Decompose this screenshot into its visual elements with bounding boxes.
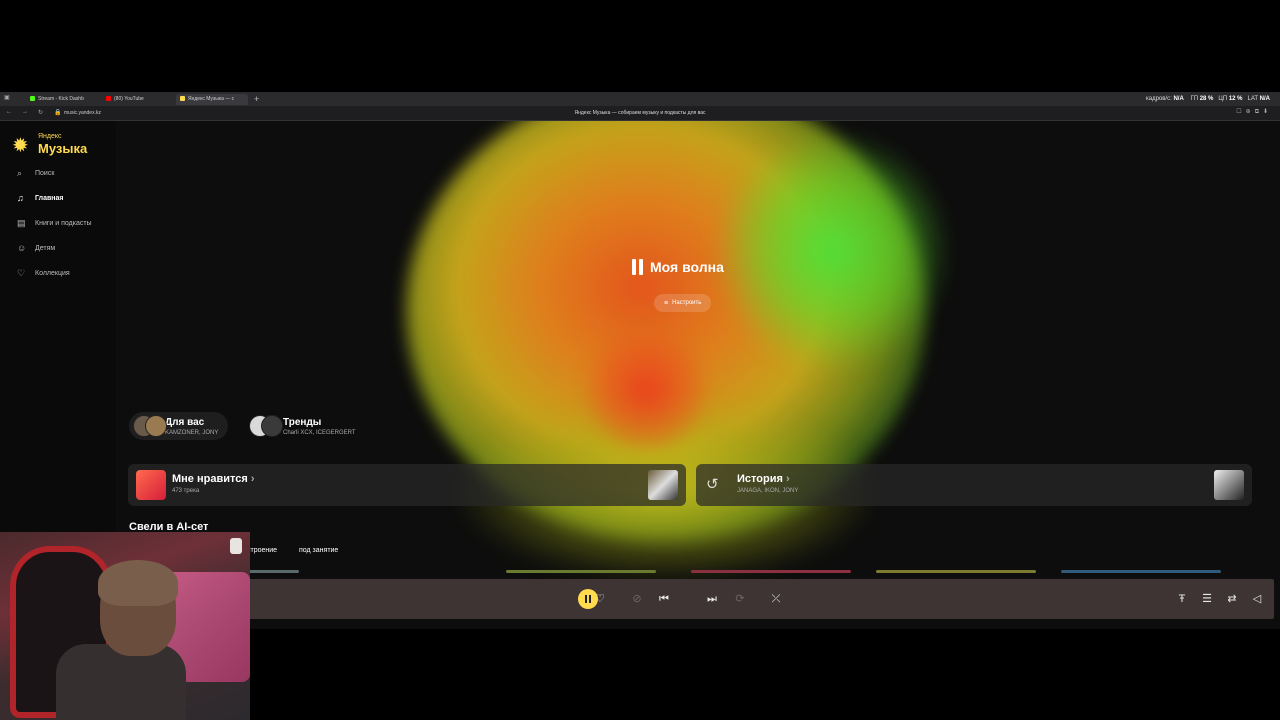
- cpu-load-label: ЦП: [1218, 96, 1228, 102]
- heart-icon: ♡: [17, 267, 26, 278]
- browser-extension-icons[interactable]: ☐⊕⧉⬇: [1236, 108, 1272, 116]
- browser-menu-icon[interactable]: ▣: [4, 94, 10, 101]
- gpu-load-value: 28 %: [1199, 96, 1214, 102]
- dislike-icon[interactable]: ⊘: [629, 591, 645, 607]
- kick-favicon-icon: [30, 96, 35, 102]
- book-icon: ▤: [17, 217, 26, 228]
- sidebar-item-label: Книги и подкасты: [35, 219, 92, 227]
- liked-title: Мне нравится ›: [172, 473, 255, 485]
- sidebar-item-books-podcasts[interactable]: ▤ Книги и подкасты: [17, 215, 92, 231]
- new-tab-button[interactable]: +: [254, 92, 259, 106]
- logo-brand-text: Яндекс: [38, 133, 62, 140]
- liked-title-text: Мне нравится: [172, 473, 248, 485]
- tab-yandex-music[interactable]: Яндекс Музыка — с: [176, 94, 248, 105]
- webcam-person-hair: [98, 560, 178, 606]
- pause-button[interactable]: [578, 589, 598, 609]
- address-bar: ← → ↻ 🔒 music.yandex.kz Яндекс Музыка — …: [0, 106, 1280, 121]
- queue-icon[interactable]: ☰: [1199, 591, 1215, 607]
- fps-value: N/A: [1173, 96, 1184, 102]
- liked-tracks-card[interactable]: Мне нравится › 473 трека: [128, 464, 686, 506]
- tab-label: (80) YouTube: [114, 96, 144, 102]
- pause-icon: [632, 259, 643, 275]
- cpu-load-value: 12 %: [1228, 96, 1243, 102]
- chip-mood[interactable]: строение: [247, 547, 277, 554]
- history-title: История ›: [737, 473, 790, 485]
- mix-artists: KAMZONER, JONY: [165, 429, 219, 436]
- chip-activity[interactable]: под занятие: [299, 547, 338, 554]
- ai-set-strip: [506, 570, 656, 573]
- mix-for-you[interactable]: Для вас KAMZONER, JONY: [129, 412, 229, 440]
- latency-value: N/A: [1259, 96, 1270, 102]
- wave-visual-red: [576, 331, 716, 451]
- logo-product-text: Музыка: [38, 141, 88, 156]
- filter-icon: ≡: [664, 299, 669, 307]
- webcam-person-shirt: [56, 644, 186, 720]
- history-icon: ↺: [706, 476, 719, 493]
- tune-label: Настроить: [672, 300, 702, 306]
- mix-covers: [247, 415, 283, 437]
- artist-avatar: [261, 415, 283, 437]
- sidebar-item-home[interactable]: ♫ Главная: [17, 190, 63, 206]
- mix-name: Тренды: [283, 416, 322, 428]
- my-wave-title: Моя волна: [650, 259, 724, 275]
- sidebar-item-label: Поиск: [35, 169, 55, 177]
- tab-youtube[interactable]: (80) YouTube: [106, 94, 170, 105]
- tab-label: Stream - Kick Dashb: [38, 96, 84, 102]
- lyrics-icon[interactable]: Ŧ: [1174, 591, 1190, 607]
- previous-icon[interactable]: ⏮: [656, 591, 672, 607]
- next-icon[interactable]: ⏭: [704, 591, 720, 607]
- repeat-icon[interactable]: ⟳: [732, 591, 748, 607]
- my-wave-button[interactable]: Моя волна: [632, 259, 724, 275]
- mix-trends[interactable]: Тренды Charli XCX, ICEGERGERT: [247, 412, 356, 440]
- history-card[interactable]: ↺ История › JANAGA, IKON, JONY: [696, 464, 1252, 506]
- sidebar-item-kids[interactable]: ☺ Детям: [17, 240, 55, 256]
- logo-burst-icon: ✹: [12, 135, 29, 157]
- ai-set-strip: [691, 570, 851, 573]
- youtube-favicon-icon: [106, 96, 111, 102]
- ai-set-strip: [1061, 570, 1221, 573]
- mix-artists: Charli XCX, ICEGERGERT: [283, 429, 356, 436]
- volume-icon[interactable]: ◁: [1249, 591, 1265, 607]
- system-stats: кадров/с: N/A ГП 28 % ЦП 12 % LAT N/A: [1146, 92, 1270, 106]
- artist-avatar: [145, 415, 167, 437]
- webcam-lamp: [230, 538, 242, 554]
- sidebar-item-label: Главная: [35, 194, 64, 202]
- kids-icon: ☺: [17, 243, 27, 253]
- ai-set-strip: [876, 570, 1036, 573]
- player-bar: ♡ ⊘ ⏮ ⏭ ⟳ ⤫ Ŧ ☰ ⇄ ◁: [116, 579, 1274, 619]
- music-note-icon: ♫: [17, 193, 24, 203]
- latency-label: LAT: [1247, 96, 1258, 102]
- history-title-text: История: [737, 473, 783, 485]
- page-title: Яндекс Музыка — собираем музыку и подкас…: [574, 110, 706, 116]
- tab-kick[interactable]: Stream - Kick Dashb: [30, 94, 100, 105]
- chevron-right-icon: ›: [785, 473, 790, 485]
- sidebar-item-search[interactable]: ⌕ Поиск: [17, 165, 54, 181]
- settings-icon[interactable]: ⇄: [1224, 591, 1240, 607]
- history-artists: JANAGA, IKON, JONY: [737, 488, 799, 494]
- mix-name: Для вас: [165, 416, 205, 428]
- search-icon: ⌕: [17, 167, 23, 178]
- mix-covers: [129, 415, 167, 437]
- gpu-load-label: ГП: [1190, 96, 1199, 102]
- chevron-right-icon: ›: [250, 473, 255, 485]
- last-liked-cover: [648, 470, 678, 500]
- fps-label: кадров/с:: [1145, 96, 1172, 102]
- sidebar-item-collection[interactable]: ♡ Коллекция: [17, 265, 70, 281]
- wave-visual-green: [716, 131, 946, 371]
- no-dislike-icon[interactable]: ⤫: [768, 591, 784, 607]
- sidebar-item-label: Коллекция: [35, 269, 70, 277]
- main-content: Моя волна ≡ Настроить Для вас KAMZONER, J…: [116, 121, 1280, 629]
- history-cover: [1214, 470, 1244, 500]
- liked-count: 473 трека: [172, 488, 200, 494]
- sidebar-item-label: Детям: [35, 244, 56, 252]
- liked-heart-cover: [136, 470, 166, 500]
- tune-wave-button[interactable]: ≡ Настроить: [654, 294, 712, 312]
- tab-label: Яндекс Музыка — с: [188, 96, 235, 102]
- browser-tab-bar: ▣ Stream - Kick Dashb (80) YouTube Яндек…: [0, 92, 1280, 106]
- yandex-music-favicon-icon: [180, 96, 185, 102]
- webcam-overlay: [0, 532, 250, 720]
